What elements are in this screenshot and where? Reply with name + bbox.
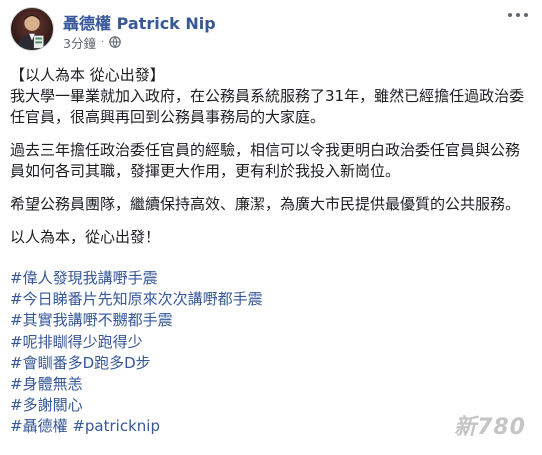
hashtag-link[interactable]: #呢排瞓得少跑得少 [10, 332, 263, 353]
hashtag-link[interactable]: #其實我講嘢不嬲都手震 [10, 310, 263, 331]
globe-icon[interactable] [109, 36, 121, 48]
avatar[interactable] [10, 7, 54, 51]
post-meta: 3分鐘 · [63, 33, 121, 52]
paragraph: 希望公務員團隊，繼續保持高效、廉潔，為廣大市民提供最優質的公共服務。 [10, 195, 521, 213]
hashtag-link[interactable]: #身體無恙 [10, 374, 263, 395]
hashtag-link[interactable]: #偉人發現我講嘢手震 [10, 268, 263, 289]
profile-photo [16, 14, 48, 50]
paragraph: 過去三年擔任政治委任官員的經驗，相信可以令我更明白政治委任官員與公務員如何各司其… [10, 141, 521, 180]
more-options-icon[interactable] [508, 10, 528, 20]
separator: · [100, 36, 105, 48]
hashtag-link[interactable]: #今日睇番片先知原來次次講嘢都手震 [10, 289, 263, 310]
post-title: 【以人為本 從心出發】 [10, 66, 165, 84]
post-body: 【以人為本 從心出發】 我大學一畢業就加入政府，在公務員系統服務了31年，雖然已… [10, 65, 530, 248]
timestamp[interactable]: 3分鐘 [63, 33, 96, 52]
paragraph: 以人為本，從心出發！ [10, 228, 161, 246]
hashtag-link[interactable]: #聶德權 #patricknip [10, 416, 263, 437]
paragraph: 我大學一畢業就加入政府，在公務員系統服務了31年，雖然已經擔任過政治委任官員，很… [10, 87, 525, 126]
hashtag-link[interactable]: #多謝關心 [10, 395, 263, 416]
watermark-logo: 新780 [454, 415, 526, 440]
author-name[interactable]: 聶德權 Patrick Nip [63, 10, 216, 34]
hashtag-list: #偉人發現我講嘢手震 #今日睇番片先知原來次次講嘢都手震 #其實我講嘢不嬲都手震… [10, 268, 263, 438]
facebook-post: 聶德權 Patrick Nip 3分鐘 · 【以人為本 從心出發】 我大學一畢業… [0, 0, 542, 455]
hashtag-link[interactable]: #會瞓番多D跑多D步 [10, 353, 263, 374]
